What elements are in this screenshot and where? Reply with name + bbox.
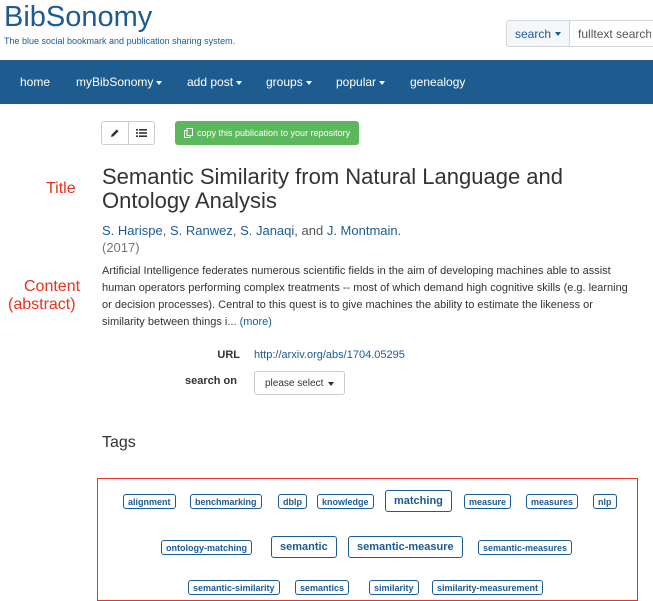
tag-nlp[interactable]: nlp — [593, 494, 617, 509]
author-separator: , — [232, 223, 237, 238]
abstract-text: Artificial Intelligence federates numero… — [102, 265, 628, 328]
nav-groups-label: groups — [266, 75, 303, 89]
tag-cloud: alignment benchmarking dblp knowledge ma… — [97, 478, 638, 601]
tag-similarity[interactable]: similarity — [369, 580, 419, 595]
search-on-select[interactable]: please select — [254, 371, 346, 395]
tagline: The blue social bookmark and publication… — [4, 36, 236, 46]
more-link[interactable]: (more) — [240, 316, 272, 328]
tag-alignment[interactable]: alignment — [123, 494, 176, 509]
tag-semantic-similarity[interactable]: semantic-similarity — [188, 580, 280, 595]
search-bar: search — [506, 20, 653, 47]
copy-to-repository-button[interactable]: copy this publication to your repository — [175, 121, 360, 145]
author-link[interactable]: S. Janaqi — [240, 223, 294, 238]
list-icon — [136, 129, 147, 137]
edit-button[interactable] — [102, 122, 128, 144]
tag-semantic-measures[interactable]: semantic-measures — [478, 540, 573, 555]
annotation-title: Title — [46, 180, 76, 197]
nav-genealogy[interactable]: genealogy — [410, 60, 465, 104]
nav-groups[interactable]: groups — [266, 60, 312, 104]
author-link[interactable]: S. Harispe — [102, 223, 163, 238]
search-on-label: search on — [185, 375, 237, 387]
chevron-down-icon — [236, 80, 243, 85]
nav-home-label: home — [20, 75, 51, 89]
search-on-value: please select — [265, 377, 324, 389]
nav-genealogy-label: genealogy — [410, 75, 466, 89]
url-label: URL — [217, 349, 240, 361]
tag-ontology-matching[interactable]: ontology-matching — [161, 540, 252, 555]
search-input[interactable] — [570, 20, 653, 47]
nav-home[interactable]: home — [20, 60, 50, 104]
author-link[interactable]: S. Ranwez — [170, 223, 233, 238]
publication-year: (2017) — [102, 240, 140, 255]
nav-mybibsonomy[interactable]: myBibSonomy — [76, 60, 163, 104]
tags-heading: Tags — [102, 434, 136, 451]
chevron-down-icon — [305, 80, 312, 85]
publication-title: Semantic Similarity from Natural Languag… — [102, 164, 564, 213]
main-navbar: home myBibSonomy add post groups popular… — [0, 60, 653, 104]
author-end: . — [397, 223, 402, 238]
author-separator: , — [162, 223, 167, 238]
tag-measure[interactable]: measure — [464, 494, 512, 509]
annotation-abstract: (abstract) — [8, 296, 76, 313]
chevron-down-icon — [555, 32, 562, 36]
tag-semantic-measure[interactable]: semantic-measure — [348, 536, 463, 558]
nav-add-post-label: add post — [187, 75, 234, 89]
tag-similarity-measurement[interactable]: similarity-measurement — [432, 580, 544, 595]
chevron-down-icon — [328, 381, 335, 386]
chevron-down-icon — [379, 80, 386, 85]
author-separator: , and — [294, 223, 324, 238]
tag-knowledge[interactable]: knowledge — [317, 494, 374, 509]
tag-semantics[interactable]: semantics — [295, 580, 350, 595]
pencil-icon — [111, 129, 119, 137]
edit-button-group — [101, 121, 155, 145]
nav-popular-label: popular — [336, 75, 377, 89]
tag-matching[interactable]: matching — [385, 490, 452, 512]
copy-button-label: copy this publication to your repository — [197, 128, 351, 138]
chevron-down-icon — [156, 80, 163, 85]
search-mode-dropdown[interactable]: search — [506, 20, 571, 47]
nav-add-post[interactable]: add post — [187, 60, 243, 104]
url-link[interactable]: http://arxiv.org/abs/1704.05295 — [254, 349, 405, 361]
publication-abstract: Artificial Intelligence federates numero… — [102, 263, 632, 331]
tag-measures[interactable]: measures — [526, 494, 579, 509]
author-link[interactable]: J. Montmain — [327, 223, 398, 238]
nav-mybibsonomy-label: myBibSonomy — [76, 75, 154, 89]
post-toolbar — [101, 121, 155, 145]
copy-icon — [184, 128, 193, 138]
logo[interactable]: BibSonomy — [4, 0, 235, 34]
tag-semantic[interactable]: semantic — [271, 536, 337, 558]
tag-benchmarking[interactable]: benchmarking — [190, 494, 262, 509]
author-list: S. Harispe, S. Ranwez, S. Janaqi, and J.… — [102, 223, 401, 238]
search-mode-label: search — [515, 26, 552, 41]
tag-dblp[interactable]: dblp — [278, 494, 307, 509]
brand: BibSonomy The blue social bookmark and p… — [4, 0, 235, 46]
details-button[interactable] — [128, 122, 154, 144]
nav-popular[interactable]: popular — [336, 60, 386, 104]
annotation-content: Content — [24, 278, 81, 295]
